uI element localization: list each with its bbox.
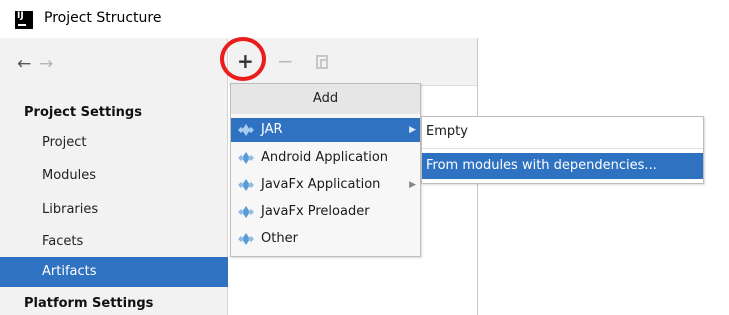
menu-item-javafx-preloader[interactable]: JavaFx Preloader xyxy=(231,200,420,224)
sidebar-item-artifacts[interactable]: Artifacts xyxy=(0,257,228,287)
artifact-icon xyxy=(238,179,254,191)
submenu-item-from-modules[interactable]: From modules with dependencies... xyxy=(422,153,703,179)
add-menu: Add JAR ▶ Android Application JavaFx App… xyxy=(230,83,421,257)
artifact-icon xyxy=(238,233,254,245)
copy-icon[interactable] xyxy=(316,55,328,69)
intellij-icon: IJ xyxy=(15,11,33,29)
artifact-icon xyxy=(238,124,254,136)
highlight-circle-annotation xyxy=(220,37,266,81)
back-arrow-icon[interactable]: ← xyxy=(17,54,31,74)
artifact-icon xyxy=(238,152,254,164)
menu-item-label: Other xyxy=(261,231,298,246)
submenu-arrow-icon: ▶ xyxy=(409,180,416,190)
menu-item-label: Android Application xyxy=(261,150,389,165)
menu-item-javafx-application[interactable]: JavaFx Application ▶ xyxy=(231,173,420,197)
jar-submenu: Empty From modules with dependencies... xyxy=(421,116,704,184)
menu-item-android-application[interactable]: Android Application xyxy=(231,146,420,170)
menu-item-other[interactable]: Other xyxy=(231,227,420,251)
submenu-divider xyxy=(422,148,703,149)
sidebar-item-libraries[interactable]: Libraries xyxy=(0,195,228,225)
sidebar-item-facets[interactable]: Facets xyxy=(0,227,228,257)
menu-item-label: JAR xyxy=(261,122,283,137)
submenu-item-empty[interactable]: Empty xyxy=(422,119,703,145)
title-bar: IJ Project Structure xyxy=(0,0,729,38)
platform-settings-heading: Platform Settings xyxy=(24,296,154,311)
project-settings-heading: Project Settings xyxy=(24,105,142,120)
window-title: Project Structure xyxy=(44,10,162,26)
sidebar-item-project[interactable]: Project xyxy=(0,128,228,158)
add-menu-header: Add xyxy=(231,84,420,114)
menu-item-jar[interactable]: JAR ▶ xyxy=(231,118,420,142)
menu-item-label: JavaFx Preloader xyxy=(261,204,370,219)
remove-icon[interactable]: − xyxy=(277,50,294,72)
sidebar-item-modules[interactable]: Modules xyxy=(0,161,228,191)
artifact-icon xyxy=(238,206,254,218)
menu-item-label: JavaFx Application xyxy=(261,177,381,192)
forward-arrow-icon[interactable]: → xyxy=(39,54,53,74)
submenu-arrow-icon: ▶ xyxy=(409,125,416,135)
artifacts-toolbar xyxy=(229,38,477,86)
